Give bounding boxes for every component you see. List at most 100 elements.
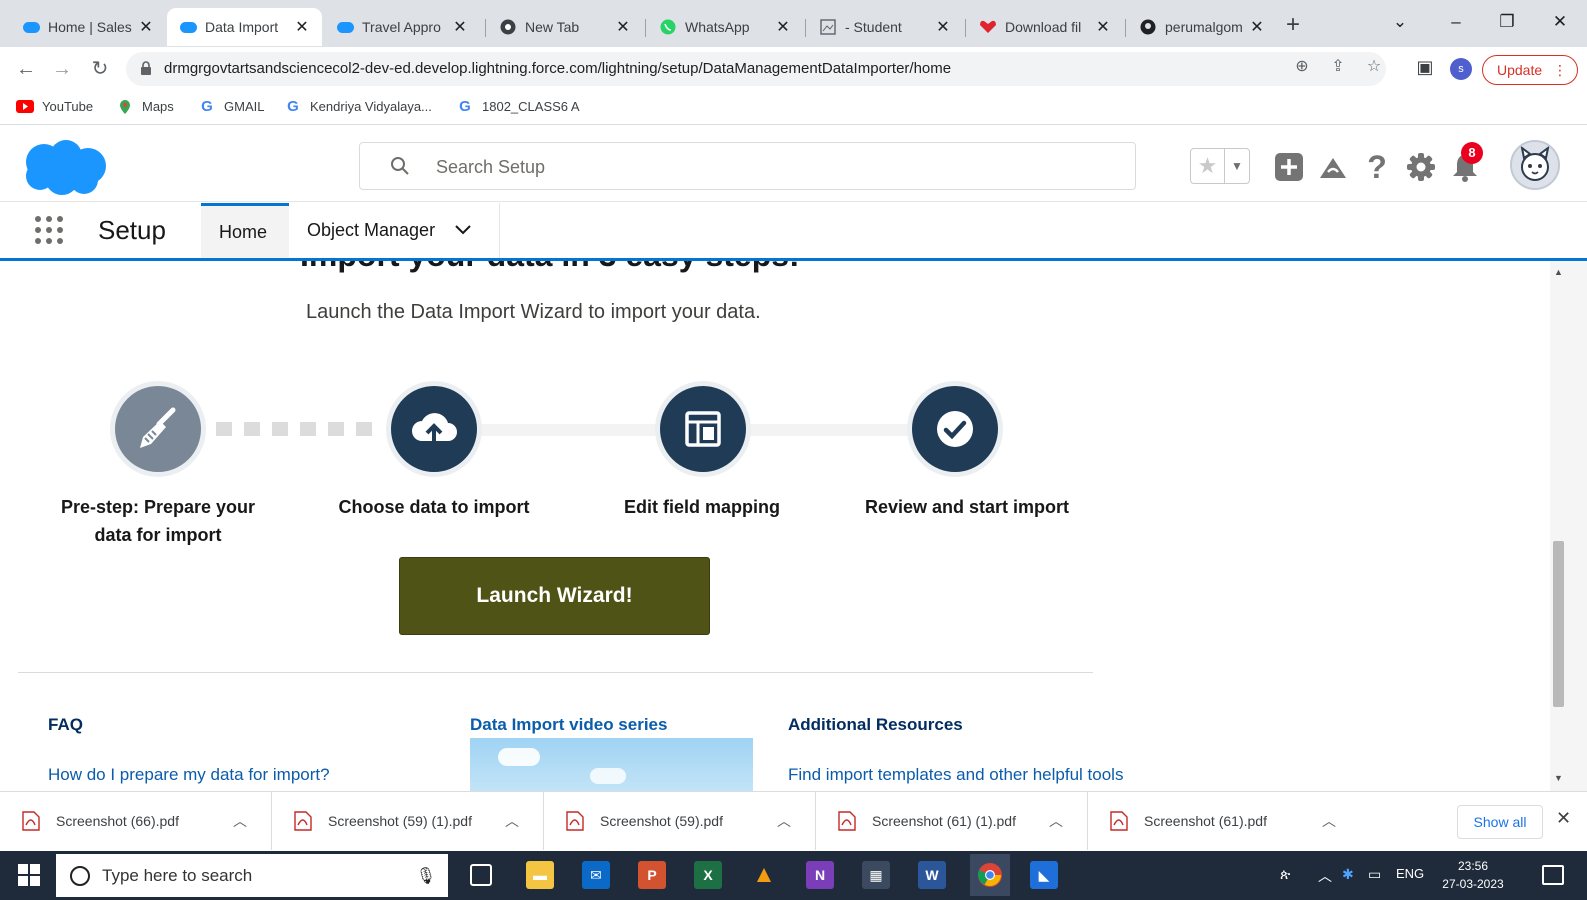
faq-link[interactable]: How do I prepare my data for import? <box>48 765 330 785</box>
side-panel-icon[interactable]: ▣ <box>1414 57 1436 78</box>
page-scrollbar[interactable]: ▲ ▼ <box>1550 261 1587 791</box>
google-icon: G <box>201 98 213 115</box>
download-item[interactable]: Screenshot (59).pdf ︿ <box>544 792 816 850</box>
setup-search-input[interactable] <box>436 153 1036 181</box>
address-bar[interactable]: drmgrgovtartsandsciencecol2-dev-ed.devel… <box>126 52 1386 86</box>
system-clock[interactable]: 23:56 27-03-2023 <box>1432 857 1514 893</box>
tab-object-manager[interactable]: Object Manager <box>289 203 500 258</box>
scrollbar-thumb[interactable] <box>1553 541 1564 707</box>
gear-icon[interactable] <box>1404 150 1438 184</box>
word-icon[interactable]: W <box>918 861 946 889</box>
user-avatar[interactable] <box>1510 140 1560 190</box>
browser-tab[interactable]: Download fil ✕ <box>967 8 1123 46</box>
bookmark-youtube[interactable]: YouTube <box>16 99 93 114</box>
video-series-heading[interactable]: Data Import video series <box>470 715 667 735</box>
browser-tab[interactable]: New Tab ✕ <box>487 8 643 46</box>
mail-icon[interactable]: ✉ <box>582 861 610 889</box>
close-tab-icon[interactable]: ✕ <box>1249 17 1265 37</box>
restore-icon[interactable]: ❐ <box>1497 12 1517 32</box>
import-templates-link[interactable]: Find import templates and other helpful … <box>788 765 1123 785</box>
excel-icon[interactable]: X <box>694 861 722 889</box>
chevron-up-icon[interactable]: ︿ <box>1314 811 1344 831</box>
bookmark-star-icon[interactable]: ☆ <box>1364 56 1384 76</box>
help-icon[interactable]: ? <box>1360 149 1394 185</box>
language-indicator[interactable]: ENG <box>1396 866 1424 881</box>
chevron-up-icon[interactable]: ︿ <box>1041 811 1071 831</box>
show-all-button[interactable]: Show all <box>1457 805 1543 839</box>
task-view-icon[interactable] <box>470 864 492 886</box>
global-actions-icon[interactable] <box>1272 150 1306 184</box>
share-icon[interactable]: ⇪ <box>1328 56 1348 76</box>
chevron-up-icon[interactable]: ︿ <box>225 811 255 831</box>
chevron-down-icon[interactable] <box>455 222 471 240</box>
taskbar-search[interactable]: 🎙 <box>56 854 448 897</box>
tab-home[interactable]: Home <box>201 203 289 258</box>
favorite-star-icon[interactable]: ★ <box>1191 149 1225 183</box>
tray-chevron-icon[interactable]: ︿ <box>1318 866 1332 886</box>
minimize-icon[interactable]: – <box>1446 12 1466 32</box>
bluetooth-icon[interactable]: ✱ <box>1342 866 1354 883</box>
download-item[interactable]: Screenshot (59) (1).pdf ︿ <box>272 792 544 850</box>
profile-avatar[interactable]: s <box>1450 58 1472 80</box>
download-item[interactable]: Screenshot (66).pdf ︿ <box>0 792 272 850</box>
scroll-up-icon[interactable]: ▲ <box>1550 267 1567 277</box>
browser-tab[interactable]: perumalgom ✕ <box>1127 8 1277 46</box>
close-tab-icon[interactable]: ✕ <box>615 17 631 37</box>
chevron-up-icon[interactable]: ︿ <box>497 811 527 831</box>
app-launcher-icon[interactable] <box>34 215 66 247</box>
close-tab-icon[interactable]: ✕ <box>294 17 310 37</box>
notification-badge: 8 <box>1461 142 1483 164</box>
update-button[interactable]: Update ⋮ <box>1482 55 1578 85</box>
reload-icon[interactable]: ↻ <box>88 57 112 81</box>
file-explorer-icon[interactable]: ▬ <box>526 861 554 889</box>
zoom-icon[interactable]: ⊕ <box>1292 56 1312 76</box>
clock-date: 27-03-2023 <box>1442 877 1504 891</box>
microphone-icon[interactable]: 🎙 <box>416 866 436 886</box>
scroll-down-icon[interactable]: ▼ <box>1550 773 1567 783</box>
back-icon[interactable]: ← <box>14 57 38 81</box>
close-tab-icon[interactable]: ✕ <box>775 17 791 37</box>
browser-tab[interactable]: Travel Appro ✕ <box>324 8 480 46</box>
trailhead-icon[interactable] <box>1316 150 1350 184</box>
salesforce-logo[interactable] <box>22 138 108 196</box>
bookmark-maps[interactable]: Maps <box>116 99 174 114</box>
new-tab-button[interactable]: + <box>1281 13 1305 38</box>
download-item[interactable]: Screenshot (61) (1).pdf ︿ <box>816 792 1088 850</box>
onenote-icon[interactable]: N <box>806 861 834 889</box>
browser-tab-active[interactable]: Data Import ✕ <box>167 8 322 46</box>
powerpoint-icon[interactable]: P <box>638 861 666 889</box>
people-icon[interactable]: ጵ <box>1280 866 1290 883</box>
video-thumbnail[interactable] <box>470 738 753 791</box>
close-window-icon[interactable]: ✕ <box>1550 12 1570 32</box>
close-tab-icon[interactable]: ✕ <box>1095 17 1111 37</box>
tab-search-chevron-icon[interactable]: ⌄ <box>1390 12 1410 32</box>
setup-search-box[interactable] <box>359 142 1136 190</box>
browser-tab[interactable]: WhatsApp ✕ <box>647 8 803 46</box>
close-tab-icon[interactable]: ✕ <box>935 17 951 37</box>
bookmark-class6a[interactable]: G 1802_CLASS6 A <box>456 98 579 115</box>
bookmark-kendriya[interactable]: G Kendriya Vidyalaya... <box>284 98 432 115</box>
chevron-up-icon[interactable]: ︿ <box>769 811 799 831</box>
network-icon[interactable]: ▭ <box>1368 866 1381 883</box>
taskbar-search-input[interactable] <box>102 865 402 886</box>
vlc-icon[interactable]: ▲ <box>750 861 778 889</box>
cortana-icon <box>70 865 90 886</box>
faq-heading: FAQ <box>48 715 83 734</box>
browser-tab[interactable]: Home | Sales ✕ <box>10 8 166 46</box>
notifications-icon[interactable] <box>1542 865 1564 885</box>
chrome-taskbar-icon[interactable] <box>970 854 1010 896</box>
windows-start-icon[interactable] <box>18 864 40 886</box>
maps-icon <box>116 99 134 114</box>
download-item[interactable]: Screenshot (61).pdf ︿ <box>1088 792 1360 850</box>
store-icon[interactable]: ▦ <box>862 861 890 889</box>
favorites-dropdown-icon[interactable]: ▼ <box>1225 149 1249 183</box>
forward-icon[interactable]: → <box>50 57 74 81</box>
close-downloads-icon[interactable]: ✕ <box>1556 808 1571 829</box>
close-tab-icon[interactable]: ✕ <box>452 17 468 37</box>
bookmark-gmail[interactable]: G GMAIL <box>198 98 264 115</box>
launch-wizard-button[interactable]: Launch Wizard! <box>399 557 710 635</box>
close-tab-icon[interactable]: ✕ <box>138 17 154 37</box>
pdf-file-icon <box>566 811 584 831</box>
browser-tab[interactable]: - Student ✕ <box>807 8 963 46</box>
photos-icon[interactable]: ◣ <box>1030 861 1058 889</box>
